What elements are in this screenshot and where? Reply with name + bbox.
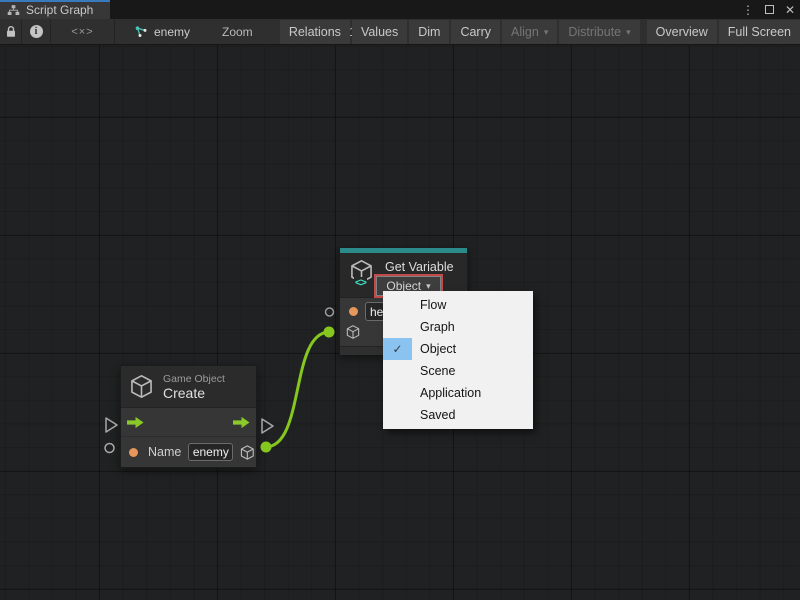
graph-toolbar: i <×> enemy Zoom 1x Relations Values Dim… (0, 19, 800, 45)
zoom-label: Zoom (222, 25, 253, 39)
values-button[interactable]: Values (352, 20, 407, 44)
align-button[interactable]: Align ▾ (502, 20, 557, 44)
tab-script-graph[interactable]: Script Graph (0, 0, 110, 19)
menu-item-graph[interactable]: Graph (383, 316, 533, 338)
code-brackets-icon: <> (354, 277, 367, 289)
value-port-dot-icon (349, 307, 358, 316)
chevron-down-icon: ▾ (544, 27, 549, 37)
flow-out-arrow-icon (233, 416, 250, 429)
object-target-cube-icon (345, 324, 361, 340)
menu-item-scene[interactable]: Scene (383, 360, 533, 382)
close-icon[interactable]: ✕ (785, 4, 795, 16)
menu-item-application[interactable]: Application (383, 382, 533, 404)
name-port-label: Name (148, 445, 181, 459)
menu-item-object[interactable]: ✓ Object (383, 338, 533, 360)
graph-name: enemy (154, 25, 190, 39)
check-gutter (383, 404, 412, 426)
value-port-dot-icon (129, 448, 138, 457)
graph-breadcrumb[interactable]: enemy (134, 19, 190, 44)
node-title: Get Variable (385, 260, 454, 274)
chevron-down-icon: ▾ (626, 27, 631, 37)
cube-icon (128, 373, 155, 400)
gameobject-output-cube-icon (239, 444, 256, 461)
full-screen-button[interactable]: Full Screen (719, 20, 800, 44)
check-gutter (383, 294, 412, 316)
scope-menu: Flow Graph ✓ Object Scene Application Sa… (383, 291, 533, 429)
script-graph-icon (7, 4, 20, 16)
node-title: Create (163, 386, 225, 401)
info-button[interactable]: i (22, 19, 51, 44)
code-preview-button[interactable]: <×> (51, 19, 115, 44)
flow-in-arrow-icon (127, 416, 144, 429)
checkmark-icon: ✓ (392, 342, 402, 356)
create-node[interactable]: Game Object Create Name (120, 365, 257, 468)
code-preview-icon: <×> (71, 26, 93, 38)
gameobject-output-port[interactable] (261, 442, 272, 453)
overview-button[interactable]: Overview (647, 20, 717, 44)
menu-item-saved[interactable]: Saved (383, 404, 533, 426)
relations-button[interactable]: Relations (280, 20, 350, 44)
maximize-icon[interactable] (765, 5, 774, 14)
flow-port-row (121, 408, 256, 437)
menu-item-flow[interactable]: Flow (383, 294, 533, 316)
carry-button[interactable]: Carry (451, 20, 500, 44)
check-gutter (383, 360, 412, 382)
dim-button[interactable]: Dim (409, 20, 449, 44)
window-menu-icon[interactable]: ⋮ (742, 4, 754, 16)
tab-title: Script Graph (26, 2, 93, 17)
object-target-port[interactable] (324, 327, 335, 338)
graph-icon (134, 25, 148, 38)
node-category: Game Object (163, 373, 225, 386)
name-input[interactable] (188, 443, 233, 461)
check-gutter (383, 382, 412, 404)
name-port-row: Name (121, 437, 256, 467)
info-icon: i (30, 25, 43, 38)
distribute-button[interactable]: Distribute ▾ (559, 20, 639, 44)
lock-icon (5, 25, 17, 38)
create-node-header: Game Object Create (121, 366, 256, 408)
chevron-down-icon: ▾ (426, 281, 431, 291)
check-gutter: ✓ (383, 338, 412, 360)
lock-button[interactable] (0, 19, 22, 44)
check-gutter (383, 316, 412, 338)
title-bar: Script Graph ⋮ ✕ (0, 0, 800, 19)
